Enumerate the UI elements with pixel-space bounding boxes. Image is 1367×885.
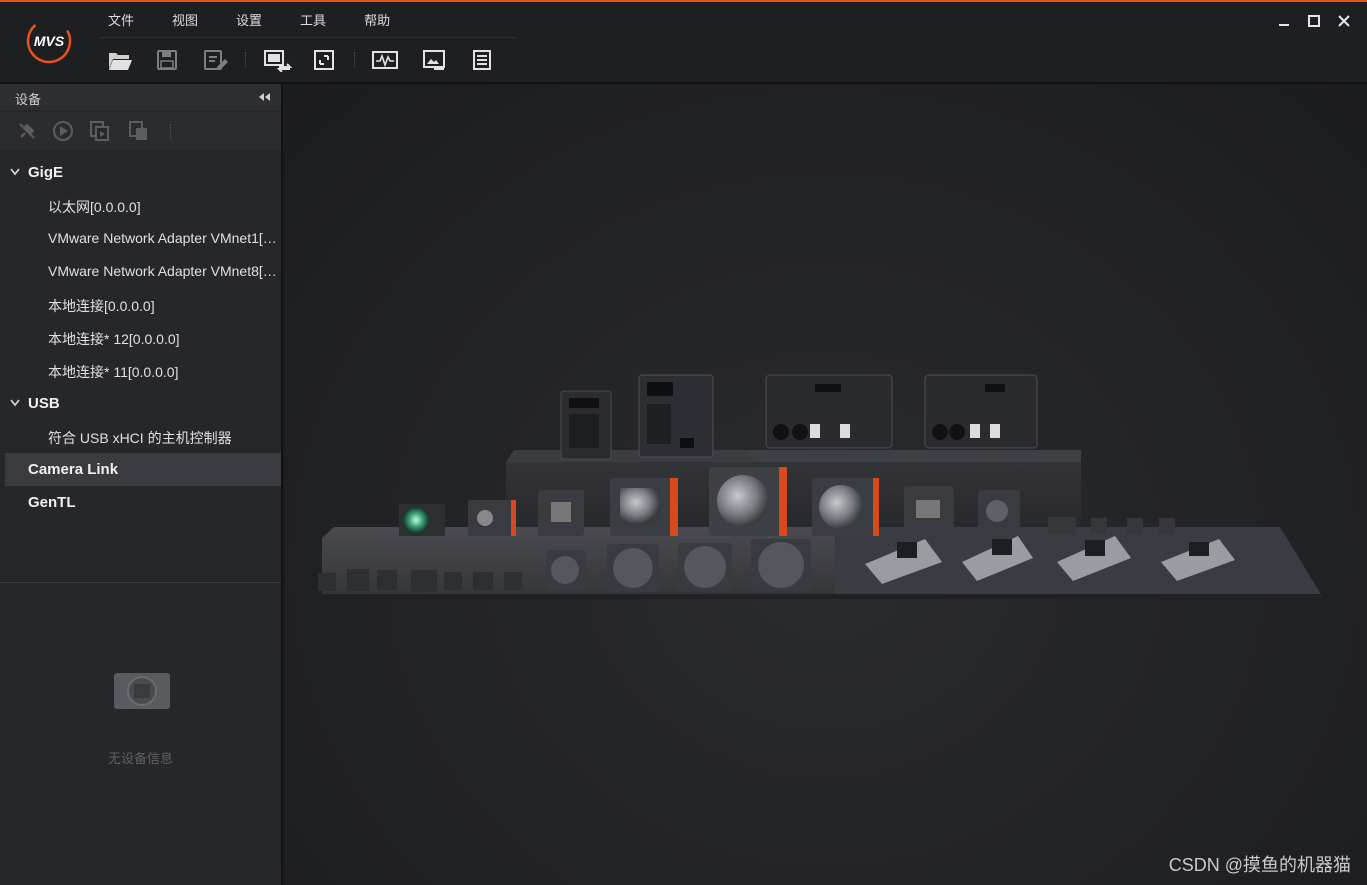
tree-item-local-connection-11[interactable]: 本地连接* 11[0.0.0.0] bbox=[0, 354, 281, 387]
tree-item-label: VMware Network Adapter VMnet8[0.0.0.0] bbox=[48, 263, 280, 279]
menu-bar: 文件 视图 设置 工具 帮助 bbox=[98, 8, 418, 32]
watermark-text: CSDN @摸鱼的机器猫 bbox=[1168, 855, 1351, 875]
controller-medium bbox=[638, 374, 714, 458]
tree-group-camera-link[interactable]: Camera Link bbox=[5, 453, 281, 486]
document-list-icon bbox=[473, 50, 491, 70]
start-grab-button[interactable] bbox=[51, 119, 75, 143]
tree-item-usb-xhci[interactable]: 符合 USB xHCI 的主机控制器 bbox=[0, 420, 281, 453]
maximize-button[interactable] bbox=[1299, 10, 1329, 32]
svg-text:MVS: MVS bbox=[34, 33, 65, 49]
tree-item-ethernet[interactable]: 以太网[0.0.0.0] bbox=[0, 189, 281, 222]
main-canvas: CSDN @摸鱼的机器猫 bbox=[285, 84, 1367, 885]
tree-item-label: 本地连接* 12[0.0.0.0] bbox=[48, 331, 180, 347]
tree-group-label: GenTL bbox=[28, 494, 76, 511]
tree-group-label: GigE bbox=[28, 164, 64, 181]
sidebar-split bbox=[0, 582, 281, 583]
menu-file[interactable]: 文件 bbox=[98, 8, 144, 32]
menu-tools[interactable]: 工具 bbox=[290, 8, 336, 32]
menu-divider bbox=[100, 37, 516, 38]
tree-group-usb[interactable]: USB bbox=[0, 387, 281, 420]
tree-group-gige[interactable]: GigE bbox=[0, 156, 281, 189]
sidebar-toolbar-separator bbox=[170, 124, 171, 140]
toolbar-separator bbox=[245, 52, 246, 68]
tree-item-local-connection[interactable]: 本地连接[0.0.0.0] bbox=[0, 288, 281, 321]
save-button[interactable] bbox=[151, 44, 183, 76]
tree-group-label: USB bbox=[28, 395, 60, 412]
sidebar-title: 设备 bbox=[15, 92, 42, 107]
open-folder-button[interactable] bbox=[104, 44, 136, 76]
toolbar-separator bbox=[354, 52, 355, 68]
mvs-logo-icon: MVS bbox=[26, 18, 72, 64]
menu-view[interactable]: 视图 bbox=[162, 8, 208, 32]
camera-placeholder-icon bbox=[114, 673, 170, 709]
close-icon bbox=[1338, 15, 1350, 27]
fullscreen-button[interactable] bbox=[308, 44, 340, 76]
tree-group-gentl[interactable]: GenTL bbox=[0, 486, 281, 519]
disconnect-icon bbox=[19, 123, 35, 139]
sidebar-toolbar bbox=[0, 112, 281, 150]
open-folder-icon bbox=[109, 53, 132, 70]
tree-item-label: VMware Network Adapter VMnet1[0.0.0.0] bbox=[48, 230, 280, 246]
image-edit-button[interactable] bbox=[418, 44, 450, 76]
controller-large-2 bbox=[924, 374, 1038, 449]
multi-device-icon bbox=[129, 121, 147, 140]
copy-device-icon bbox=[90, 121, 109, 141]
waveform-icon bbox=[372, 51, 398, 69]
no-device-info-text: 无设备信息 bbox=[107, 751, 173, 766]
tree-item-vmnet8[interactable]: VMware Network Adapter VMnet8[0.0.0.0] bbox=[0, 255, 281, 288]
tree-item-local-connection-12[interactable]: 本地连接* 12[0.0.0.0] bbox=[0, 321, 281, 354]
tree-item-label: 本地连接* 11[0.0.0.0] bbox=[48, 364, 179, 380]
minimize-button[interactable] bbox=[1269, 10, 1299, 32]
device-tree: GigE 以太网[0.0.0.0] VMware Network Adapter… bbox=[0, 156, 281, 519]
minimize-icon bbox=[1279, 24, 1289, 26]
chevron-down-icon[interactable] bbox=[10, 399, 20, 407]
document-list-button[interactable] bbox=[466, 44, 498, 76]
copy-device-button[interactable] bbox=[88, 119, 112, 143]
close-button[interactable] bbox=[1329, 10, 1359, 32]
tree-item-vmnet1[interactable]: VMware Network Adapter VMnet1[0.0.0.0] bbox=[0, 222, 281, 255]
menu-settings[interactable]: 设置 bbox=[226, 8, 272, 32]
play-icon bbox=[53, 121, 73, 141]
switch-layout-icon bbox=[264, 50, 293, 72]
image-edit-icon bbox=[423, 50, 445, 70]
tree-item-label: 以太网[0.0.0.0] bbox=[48, 199, 141, 215]
maximize-icon bbox=[1308, 15, 1320, 27]
controller-small bbox=[560, 390, 612, 460]
disconnect-button[interactable] bbox=[15, 119, 39, 143]
collapse-sidebar-icon[interactable] bbox=[257, 91, 271, 103]
switch-layout-button[interactable] bbox=[262, 44, 294, 76]
title-bar: MVS 文件 视图 设置 工具 帮助 bbox=[0, 2, 1367, 82]
tree-item-label: 本地连接[0.0.0.0] bbox=[48, 298, 155, 314]
device-sidebar: 设备 GigE 以太网[0.0.0.0] VMware Network Adap… bbox=[0, 84, 283, 885]
tree-group-label: Camera Link bbox=[28, 461, 119, 478]
sidebar-header: 设备 bbox=[0, 84, 281, 110]
tree-item-label: 符合 USB xHCI 的主机控制器 bbox=[48, 430, 232, 446]
multi-device-button[interactable] bbox=[127, 119, 151, 143]
save-as-icon bbox=[204, 50, 228, 70]
save-as-button[interactable] bbox=[200, 44, 232, 76]
window-controls bbox=[1269, 10, 1359, 32]
controller-large-1 bbox=[765, 374, 893, 449]
fullscreen-icon bbox=[314, 50, 334, 70]
waveform-button[interactable] bbox=[369, 44, 401, 76]
chevron-down-icon[interactable] bbox=[10, 168, 20, 176]
product-showcase-image bbox=[318, 374, 1322, 599]
save-icon bbox=[157, 50, 177, 70]
menu-help[interactable]: 帮助 bbox=[354, 8, 400, 32]
